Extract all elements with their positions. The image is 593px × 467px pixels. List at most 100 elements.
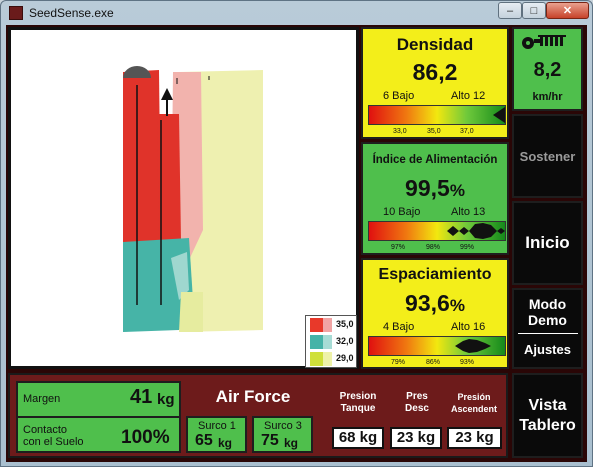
ajustes-button[interactable]: Ajustes xyxy=(524,342,571,357)
maximize-button[interactable]: □ xyxy=(522,2,546,19)
espaciamiento-tick-3: 93% xyxy=(460,359,475,366)
direction-arrow-head xyxy=(161,88,173,100)
speed-panel: 8,2 km/hr xyxy=(512,27,583,111)
densidad-value: 86,2 xyxy=(412,59,458,85)
alimentacion-tick-3: 99% xyxy=(460,244,475,251)
planter-head xyxy=(123,66,151,78)
densidad-low-threshold: 6 Bajo xyxy=(383,90,415,102)
alimentacion-high-threshold: Alto 13 xyxy=(451,206,486,218)
pres-desc-label: Pres Desc xyxy=(392,391,442,415)
legend-value-high: 35,0 xyxy=(336,319,354,329)
pres-desc-label-2: Desc xyxy=(405,403,429,414)
legend-row-high: 35,0 xyxy=(308,317,356,333)
espaciamiento-tick-1: 79% xyxy=(391,359,406,366)
surco1-value: 65 xyxy=(195,432,213,449)
densidad-panel[interactable]: Densidad 86,2 6 Bajo Alto 12 33,0 35,0 3… xyxy=(361,27,509,139)
tractor-icon xyxy=(522,35,566,49)
contacto-label: Contacto con el Suelo xyxy=(23,424,84,448)
surco1-unit: kg xyxy=(218,436,233,450)
speed-unit: km/hr xyxy=(532,91,563,103)
contacto-label-2: con el Suelo xyxy=(23,436,84,448)
modo-divider xyxy=(517,333,578,334)
pres-desc-value: 23 kg xyxy=(390,427,442,449)
map-legend: 35,0 32,0 29,0 xyxy=(305,315,357,368)
legend-row-low: 29,0 xyxy=(308,351,356,367)
legend-value-low: 29,0 xyxy=(336,353,354,363)
presion-asc-label: Presión Ascendent xyxy=(444,391,504,415)
alimentacion-tick-2: 98% xyxy=(426,244,441,251)
presion-asc-value: 23 kg xyxy=(447,427,502,449)
surco1-box: Surco 1 65 kg xyxy=(186,416,247,453)
presion-tanque-label-2: Tanque xyxy=(340,403,376,414)
espaciamiento-histogram-marker xyxy=(455,339,491,353)
vista-label-2: Tablero xyxy=(519,416,576,434)
legend-swatch-low xyxy=(310,352,332,366)
vista-tablero-button[interactable]: Vista Tablero xyxy=(512,373,583,458)
densidad-gauge xyxy=(368,105,506,125)
field-map[interactable]: 35,0 32,0 29,0 xyxy=(8,27,359,369)
surco3-value: 75 xyxy=(261,432,279,449)
modo-demo-button[interactable]: Modo Demo xyxy=(528,296,567,328)
presion-asc-label-1: Presión xyxy=(457,392,491,402)
margen-label: Margen xyxy=(23,393,61,405)
densidad-title: Densidad xyxy=(396,35,474,54)
alimentacion-panel[interactable]: Índice de Alimentación 99,5% 10 Bajo Alt… xyxy=(361,142,509,255)
legend-row-mid: 32,0 xyxy=(308,334,356,350)
espaciamiento-title: Espaciamiento xyxy=(378,266,492,283)
densidad-tick-2: 35,0 xyxy=(427,128,441,135)
margin-divider xyxy=(18,416,179,418)
densidad-gauge-marker xyxy=(493,107,505,123)
close-button[interactable]: ✕ xyxy=(546,2,589,19)
presion-tanque-label-1: Presion xyxy=(339,391,377,402)
densidad-tick-1: 33,0 xyxy=(393,128,407,135)
alimentacion-low-threshold: 10 Bajo xyxy=(383,206,421,218)
espaciamiento-value: 93,6 xyxy=(405,290,450,316)
inicio-button[interactable]: Inicio xyxy=(512,201,583,285)
bottom-bar: Margen 41 kg Contacto con el Suelo 100% … xyxy=(8,373,508,458)
margen-value: 41 xyxy=(130,386,153,408)
title-bar: SeedSense.exe – □ ✕ xyxy=(1,1,592,25)
espaciamiento-value-row: 93,6% xyxy=(363,290,507,317)
presion-asc-label-2: Ascendent xyxy=(450,404,497,414)
alimentacion-gauge xyxy=(368,221,506,241)
espaciamiento-high-threshold: Alto 16 xyxy=(451,321,486,333)
presion-tanque-value: 68 kg xyxy=(332,427,384,449)
modo-demo-label-1: Modo xyxy=(528,296,567,312)
contacto-value: 100% xyxy=(121,427,170,448)
map-area-high xyxy=(123,70,161,244)
espaciamiento-gauge xyxy=(368,336,506,356)
contacto-label-1: Contacto xyxy=(23,424,68,436)
espaciamiento-tick-2: 86% xyxy=(426,359,441,366)
surco3-label: Surco 3 xyxy=(264,420,302,432)
window-title: SeedSense.exe xyxy=(29,6,114,20)
speed-value: 8,2 xyxy=(533,59,562,81)
densidad-tick-3: 37,0 xyxy=(460,128,474,135)
legend-swatch-high xyxy=(310,318,332,332)
modo-demo-label-2: Demo xyxy=(528,312,567,328)
alimentacion-value: 99,5 xyxy=(405,175,450,201)
map-area-low-2 xyxy=(179,292,203,332)
margin-contact-box: Margen 41 kg Contacto con el Suelo 100% xyxy=(16,381,181,453)
espaciamiento-low-threshold: 4 Bajo xyxy=(383,321,415,333)
presion-tanque-label: Presion Tanque xyxy=(328,391,388,415)
densidad-high-threshold: Alto 12 xyxy=(451,90,486,102)
pres-desc-label-1: Pres xyxy=(406,391,428,402)
surco3-box: Surco 3 75 kg xyxy=(252,416,313,453)
modo-panel: Modo Demo Ajustes xyxy=(512,288,583,369)
sostener-button[interactable]: Sostener xyxy=(512,114,583,198)
alimentacion-unit: % xyxy=(449,181,465,200)
air-force-title: Air Force xyxy=(215,387,291,406)
minimize-button[interactable]: – xyxy=(498,2,522,19)
margen-unit: kg xyxy=(157,391,175,408)
app-icon xyxy=(9,6,23,20)
alimentacion-value-row: 99,5% xyxy=(363,175,507,202)
legend-swatch-mid xyxy=(310,335,332,349)
vista-label-1: Vista xyxy=(528,396,567,414)
surco3-unit: kg xyxy=(284,436,299,450)
alimentacion-tick-1: 97% xyxy=(391,244,406,251)
legend-value-mid: 32,0 xyxy=(336,336,354,346)
espaciamiento-panel[interactable]: Espaciamiento 93,6% 4 Bajo Alto 16 79% 8… xyxy=(361,258,509,369)
alimentacion-title: Índice de Alimentación xyxy=(372,154,498,166)
espaciamiento-unit: % xyxy=(449,296,465,315)
surco1-label: Surco 1 xyxy=(198,420,236,432)
